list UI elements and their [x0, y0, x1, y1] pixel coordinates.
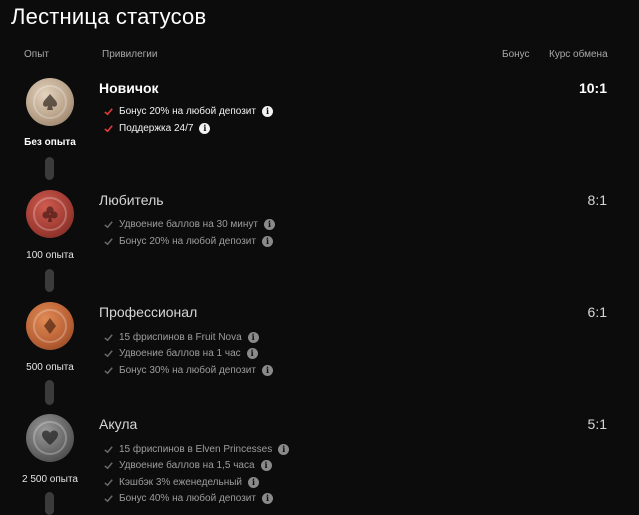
perk-item: Удвоение баллов на 1,5 часа i — [103, 457, 272, 473]
check-icon — [104, 124, 113, 132]
check-icon — [104, 349, 113, 357]
perk-label: 15 фриспинов в Fruit Nova — [119, 331, 242, 343]
check-icon — [104, 494, 113, 502]
info-icon[interactable]: i — [278, 443, 290, 455]
info-icon[interactable]: i — [246, 347, 258, 359]
info-icon[interactable]: i — [199, 122, 211, 134]
perk-label: 15 фриспинов в Elven Princesses — [119, 443, 273, 455]
check-icon — [104, 445, 113, 453]
perk-label: Удвоение баллов на 1,5 часа — [119, 459, 255, 471]
tier-rate: 6:1 — [587, 304, 607, 320]
tier-connector — [45, 492, 54, 515]
perk-item: Поддержка 24/7 i — [103, 120, 211, 136]
tier-connector — [45, 269, 54, 292]
spade-icon — [43, 94, 57, 110]
info-icon[interactable]: i — [247, 331, 259, 343]
tier-connector — [45, 157, 54, 180]
info-icon[interactable]: i — [248, 476, 260, 488]
perk-item: Удвоение баллов на 30 минут i — [103, 216, 275, 232]
check-icon — [104, 220, 113, 228]
info-icon[interactable]: i — [261, 364, 273, 376]
column-header-privileges: Привилегии — [102, 49, 158, 60]
perk-item: 15 фриспинов в Elven Princesses i — [103, 441, 290, 457]
tier-name: Любитель — [99, 192, 164, 208]
tier-name: Профессионал — [99, 304, 198, 320]
check-icon — [104, 461, 113, 469]
check-icon — [104, 237, 113, 245]
heart-chip-icon — [26, 414, 74, 462]
perk-item: Удвоение баллов на 1 час i — [103, 345, 258, 361]
info-icon[interactable]: i — [260, 459, 272, 471]
tier-connector — [45, 380, 54, 405]
tier-experience: 500 опыта — [26, 362, 74, 373]
check-icon — [104, 333, 113, 341]
tier-name: Акула — [99, 416, 138, 432]
perk-label: Бонус 40% на любой депозит — [119, 492, 256, 504]
tier-experience: 100 опыта — [26, 250, 74, 261]
perk-label: Поддержка 24/7 — [119, 122, 194, 134]
heart-icon — [42, 430, 58, 445]
perk-label: Кэшбэк 3% еженедельный — [119, 476, 243, 488]
column-header-bonus: Бонус — [502, 49, 530, 60]
tier-rate: 8:1 — [587, 192, 607, 208]
perk-item: 15 фриспинов в Fruit Nova i — [103, 329, 259, 345]
check-icon — [104, 107, 113, 115]
info-icon[interactable]: i — [261, 105, 273, 117]
perk-label: Удвоение баллов на 1 час — [119, 347, 241, 359]
perk-item: Бонус 40% на любой депозит i — [103, 490, 273, 506]
perk-label: Бонус 20% на любой депозит — [119, 235, 256, 247]
tier-rate: 5:1 — [587, 416, 607, 432]
info-icon[interactable]: i — [261, 492, 273, 504]
column-header-experience: Опыт — [24, 49, 49, 60]
diamond-icon — [44, 318, 56, 334]
diamond-chip-icon — [26, 302, 74, 350]
tier-name: Новичок — [99, 80, 159, 96]
perk-label: Бонус 20% на любой депозит — [119, 105, 256, 117]
tier-experience: Без опыта — [24, 137, 76, 148]
tier-rate: 10:1 — [578, 80, 607, 96]
perk-label: Бонус 30% на любой депозит — [119, 364, 256, 376]
check-icon — [104, 478, 113, 486]
page-title: Лестница статусов — [11, 4, 207, 29]
perk-label: Удвоение баллов на 30 минут — [119, 218, 258, 230]
perk-item: Бонус 20% на любой депозит i — [103, 103, 273, 119]
info-icon[interactable]: i — [264, 218, 275, 230]
perk-item: Бонус 30% на любой депозит i — [103, 362, 273, 378]
tier-experience: 2 500 опыта — [22, 474, 78, 485]
club-icon — [42, 206, 58, 222]
check-icon — [104, 366, 113, 374]
perk-item: Кэшбэк 3% еженедельный i — [103, 474, 260, 490]
perk-item: Бонус 20% на любой депозит i — [103, 233, 273, 249]
spade-chip-icon — [26, 78, 74, 126]
info-icon[interactable]: i — [261, 235, 273, 247]
club-chip-icon — [26, 190, 74, 238]
column-header-rate: Курс обмена — [549, 49, 608, 60]
